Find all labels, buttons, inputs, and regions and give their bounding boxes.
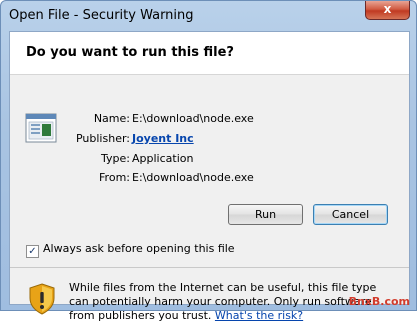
name-label: Name:	[93, 112, 130, 125]
close-button[interactable]: x	[365, 1, 410, 20]
window-title: Open File - Security Warning	[9, 8, 194, 23]
security-warning-window: Open File - Security Warning x Do you wa…	[0, 0, 417, 322]
always-ask-row[interactable]: ✓ Always ask before opening this file	[26, 242, 235, 258]
from-label: From:	[99, 171, 130, 184]
type-value: Application	[132, 152, 194, 165]
watermark: BnxB.com	[348, 295, 410, 308]
application-file-icon	[25, 113, 57, 143]
dialog-heading: Do you want to run this file?	[26, 45, 234, 60]
name-value: E:\download\node.exe	[132, 112, 254, 125]
dialog-header: Do you want to run this file?	[10, 32, 409, 75]
from-value: E:\download\node.exe	[132, 171, 254, 184]
warning-shield-icon	[29, 283, 55, 315]
dialog-body: Name: E:\download\node.exe Publisher: Jo…	[10, 75, 409, 322]
always-ask-label: Always ask before opening this file	[43, 242, 235, 255]
type-label: Type:	[101, 152, 130, 165]
title-bar[interactable]: Open File - Security Warning x	[1, 1, 416, 31]
publisher-label: Publisher:	[75, 132, 130, 145]
publisher-link[interactable]: Joyent Inc	[132, 132, 194, 145]
run-button[interactable]: Run	[228, 204, 303, 225]
warning-message: While files from the Internet can be use…	[69, 281, 389, 323]
always-ask-checkbox[interactable]: ✓	[26, 245, 39, 258]
cancel-button[interactable]: Cancel	[313, 204, 388, 225]
divider	[10, 267, 409, 268]
dialog-client-area: Do you want to run this file? Name: E:\d…	[9, 31, 410, 322]
